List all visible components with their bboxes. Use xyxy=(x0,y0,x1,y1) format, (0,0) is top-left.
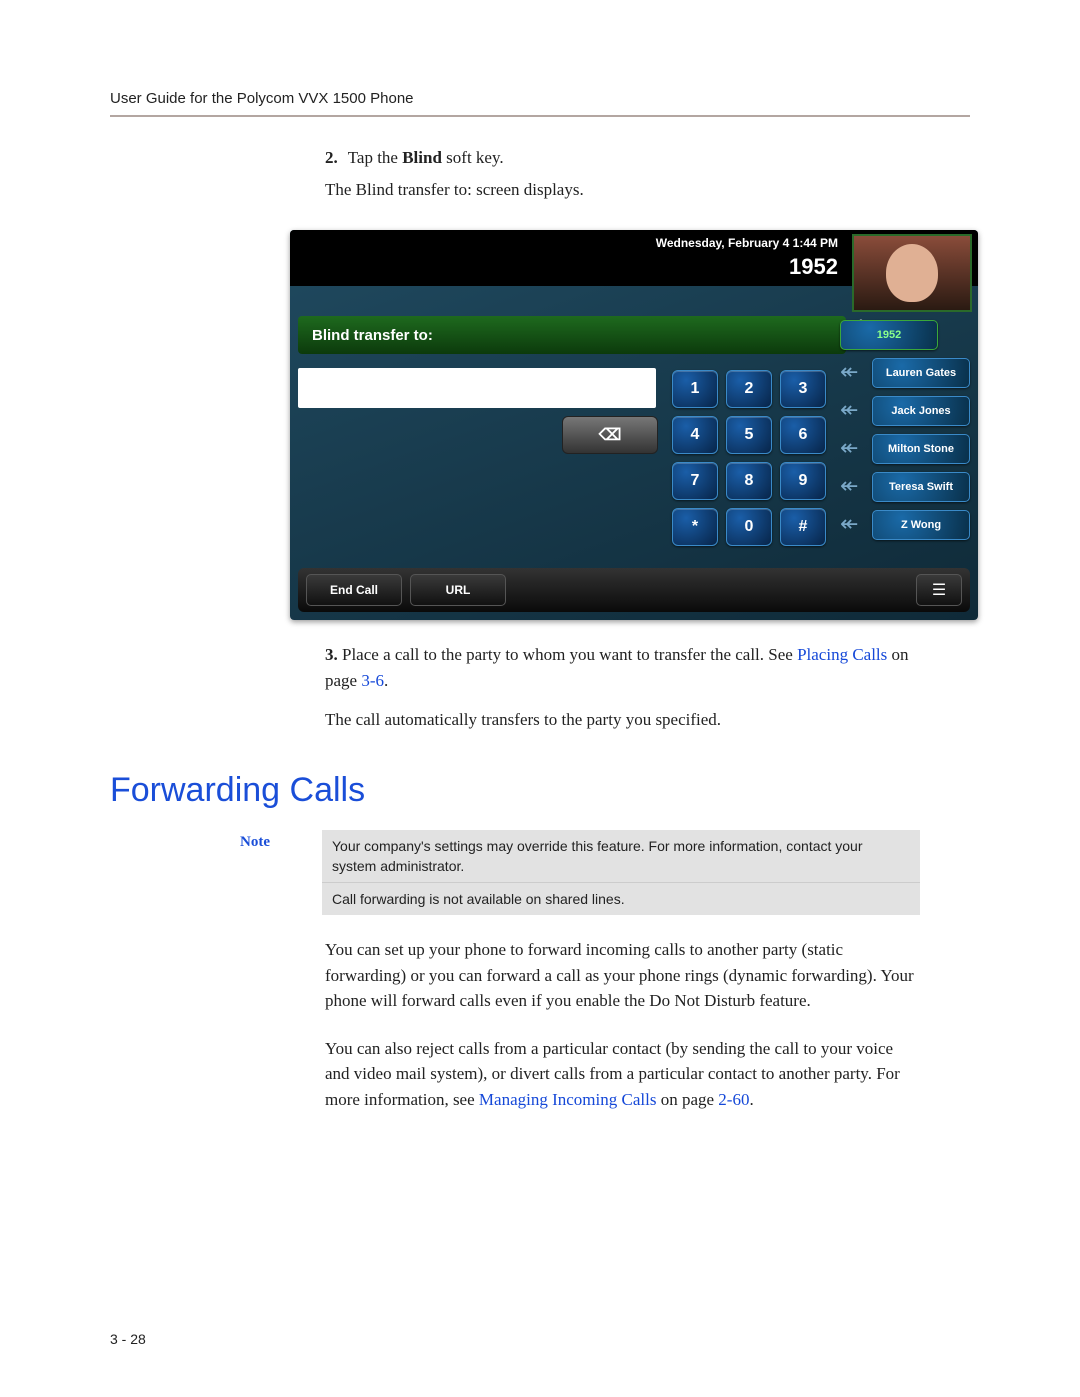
blind-transfer-bar: Blind transfer to: xyxy=(298,316,846,354)
url-button[interactable]: URL xyxy=(410,574,506,606)
managing-calls-page[interactable]: 2-60 xyxy=(718,1090,749,1109)
key-1[interactable]: 1 xyxy=(672,370,718,408)
placing-calls-link[interactable]: Placing Calls xyxy=(797,645,887,664)
side-contact-button[interactable]: Lauren Gates xyxy=(872,358,970,388)
step-3: 3. Place a call to the party to whom you… xyxy=(325,642,920,693)
arrow-icon xyxy=(840,513,866,537)
section-heading-forwarding-calls: Forwarding Calls xyxy=(110,771,970,810)
key-7[interactable]: 7 xyxy=(672,462,718,500)
note-paragraph-1: Your company's settings may override thi… xyxy=(322,830,920,883)
side-extension-button[interactable]: 1952 xyxy=(840,320,938,350)
forwarding-para-2: You can also reject calls from a particu… xyxy=(325,1036,920,1113)
forwarding-para-1: You can set up your phone to forward inc… xyxy=(325,937,920,1014)
menu-icon: ☰ xyxy=(932,580,946,600)
header-rule xyxy=(110,115,970,117)
key-2[interactable]: 2 xyxy=(726,370,772,408)
menu-icon-button[interactable]: ☰ xyxy=(916,574,962,606)
note-body: Your company's settings may override thi… xyxy=(322,830,920,916)
key-0[interactable]: 0 xyxy=(726,508,772,546)
backspace-button[interactable]: ⌫ xyxy=(562,416,658,454)
key-star[interactable]: * xyxy=(672,508,718,546)
side-contact-button[interactable]: Z Wong xyxy=(872,510,970,540)
side-contact-button[interactable]: Milton Stone xyxy=(872,434,970,464)
side-contact-button[interactable]: Teresa Swift xyxy=(872,472,970,502)
step-number: 3. xyxy=(325,645,338,664)
side-buttons: 1952 Lauren Gates Jack Jones Milton Ston… xyxy=(840,320,970,540)
managing-calls-link[interactable]: Managing Incoming Calls xyxy=(479,1090,657,1109)
arrow-icon xyxy=(840,437,866,461)
p2-b: on page xyxy=(656,1090,718,1109)
phone-extension: 1952 xyxy=(789,254,838,280)
avatar xyxy=(852,234,972,312)
step-2: 2. Tap the Blind soft key. The Blind tra… xyxy=(325,145,920,202)
step-number: 2. xyxy=(325,148,338,167)
note-paragraph-2: Call forwarding is not available on shar… xyxy=(322,883,920,915)
running-header: User Guide for the Polycom VVX 1500 Phon… xyxy=(110,90,970,107)
end-call-button[interactable]: End Call xyxy=(306,574,402,606)
arrow-icon xyxy=(840,399,866,423)
key-5[interactable]: 5 xyxy=(726,416,772,454)
phone-screenshot: Wednesday, February 4 1:44 PM 1952 Blind… xyxy=(290,230,978,620)
blind-bold: Blind xyxy=(402,148,442,167)
key-9[interactable]: 9 xyxy=(780,462,826,500)
p2-c: . xyxy=(749,1090,753,1109)
key-8[interactable]: 8 xyxy=(726,462,772,500)
followup-text: The call automatically transfers to the … xyxy=(325,707,920,733)
key-4[interactable]: 4 xyxy=(672,416,718,454)
key-hash[interactable]: # xyxy=(780,508,826,546)
phone-datetime: Wednesday, February 4 1:44 PM xyxy=(656,236,838,250)
step-text-post: soft key. xyxy=(442,148,504,167)
step-substep: The Blind transfer to: screen displays. xyxy=(325,177,920,203)
note-block: Note Your company's settings may overrid… xyxy=(240,830,920,916)
arrow-icon xyxy=(840,361,866,385)
placing-calls-page[interactable]: 3-6 xyxy=(361,671,384,690)
page-number: 3 - 28 xyxy=(110,1331,146,1347)
key-6[interactable]: 6 xyxy=(780,416,826,454)
dial-input[interactable] xyxy=(298,368,656,408)
key-3[interactable]: 3 xyxy=(780,370,826,408)
step3-text-a: Place a call to the party to whom you wa… xyxy=(342,645,797,664)
softkey-bar: End Call URL ☰ xyxy=(298,568,970,612)
keypad: 1 2 3 4 5 6 7 8 9 * 0 # xyxy=(668,366,830,550)
arrow-icon xyxy=(840,475,866,499)
note-label: Note xyxy=(240,830,322,851)
side-contact-button[interactable]: Jack Jones xyxy=(872,396,970,426)
step-text-pre: Tap the xyxy=(348,148,403,167)
step3-post: . xyxy=(384,671,388,690)
